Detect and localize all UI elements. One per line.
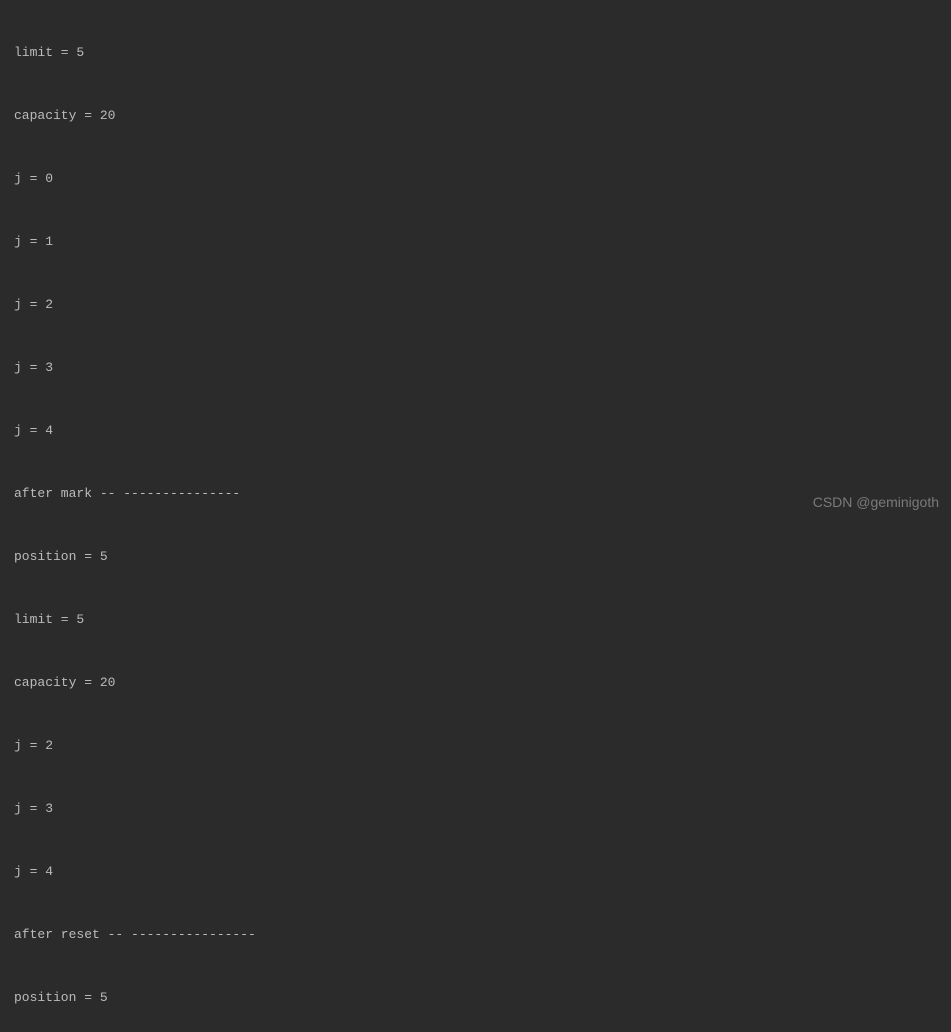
console-line: j = 3 (14, 798, 937, 819)
console-line: j = 4 (14, 420, 937, 441)
console-line: j = 2 (14, 294, 937, 315)
console-line: j = 2 (14, 735, 937, 756)
console-output: limit = 5 capacity = 20 j = 0 j = 1 j = … (0, 0, 951, 1032)
console-line: limit = 5 (14, 609, 937, 630)
console-line: capacity = 20 (14, 672, 937, 693)
console-line: limit = 5 (14, 42, 937, 63)
console-line: position = 5 (14, 546, 937, 567)
console-line: j = 0 (14, 168, 937, 189)
console-line: position = 5 (14, 987, 937, 1008)
console-line: j = 1 (14, 231, 937, 252)
console-line: after mark -- --------------- (14, 483, 937, 504)
console-line: capacity = 20 (14, 105, 937, 126)
console-line: j = 3 (14, 357, 937, 378)
console-line: j = 4 (14, 861, 937, 882)
watermark: CSDN @geminigoth (813, 494, 939, 510)
console-line: after reset -- ---------------- (14, 924, 937, 945)
